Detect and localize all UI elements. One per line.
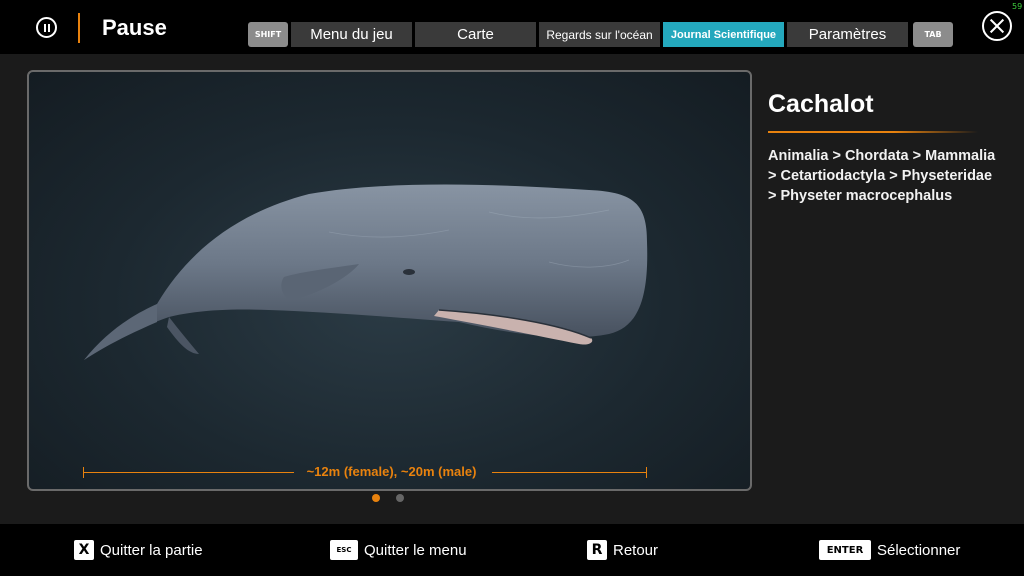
quit-game-label: Quitter la partie (100, 541, 203, 559)
close-icon[interactable] (982, 11, 1012, 41)
size-label: ~12m (female), ~20m (male) (306, 464, 477, 479)
species-name-underline (768, 131, 978, 133)
tab-bar: Menu du jeu Carte Regards sur l'océan Jo… (291, 22, 908, 47)
shift-key-hint[interactable]: SHIFT (248, 22, 288, 47)
back-label: Retour (613, 541, 659, 559)
pagination-dot-2[interactable] (396, 494, 404, 502)
image-pagination (372, 494, 404, 502)
pagination-dot-1[interactable] (372, 494, 380, 502)
esc-key-icon: ESC (330, 540, 358, 560)
pause-icon (36, 17, 57, 38)
sperm-whale-illustration (84, 184, 648, 360)
size-scale-tick-left (83, 467, 84, 478)
tab-parametres[interactable]: Paramètres (787, 22, 908, 47)
fps-counter: 59 (1012, 2, 1023, 11)
species-image-panel: ~12m (female), ~20m (male) (27, 70, 752, 491)
size-scale-line-right (492, 472, 647, 473)
x-key-icon: X (74, 540, 94, 560)
species-name: Cachalot (768, 90, 874, 118)
page-title: Pause (102, 15, 167, 40)
quit-game-action[interactable]: X Quitter la partie (74, 540, 203, 560)
species-taxonomy: Animalia > Chordata > Mammalia > Cetarti… (768, 148, 996, 204)
size-scale-line-left (83, 472, 294, 473)
select-label: Sélectionner (877, 541, 961, 559)
select-action[interactable]: ENTER Sélectionner (819, 540, 960, 560)
quit-menu-label: Quitter le menu (364, 541, 467, 559)
quit-menu-action[interactable]: ESC Quitter le menu (330, 540, 467, 560)
tab-regards-sur-locean[interactable]: Regards sur l'océan (539, 22, 660, 47)
size-scale-tick-right (646, 467, 647, 478)
tab-key-hint[interactable]: TAB (913, 22, 953, 47)
title-separator (78, 13, 80, 43)
enter-key-icon: ENTER (819, 540, 871, 560)
tab-carte[interactable]: Carte (415, 22, 536, 47)
tab-menu-du-jeu[interactable]: Menu du jeu (291, 22, 412, 47)
back-action[interactable]: R Retour (587, 540, 658, 560)
r-key-icon: R (587, 540, 607, 560)
tab-journal-scientifique[interactable]: Journal Scientifique (663, 22, 784, 47)
